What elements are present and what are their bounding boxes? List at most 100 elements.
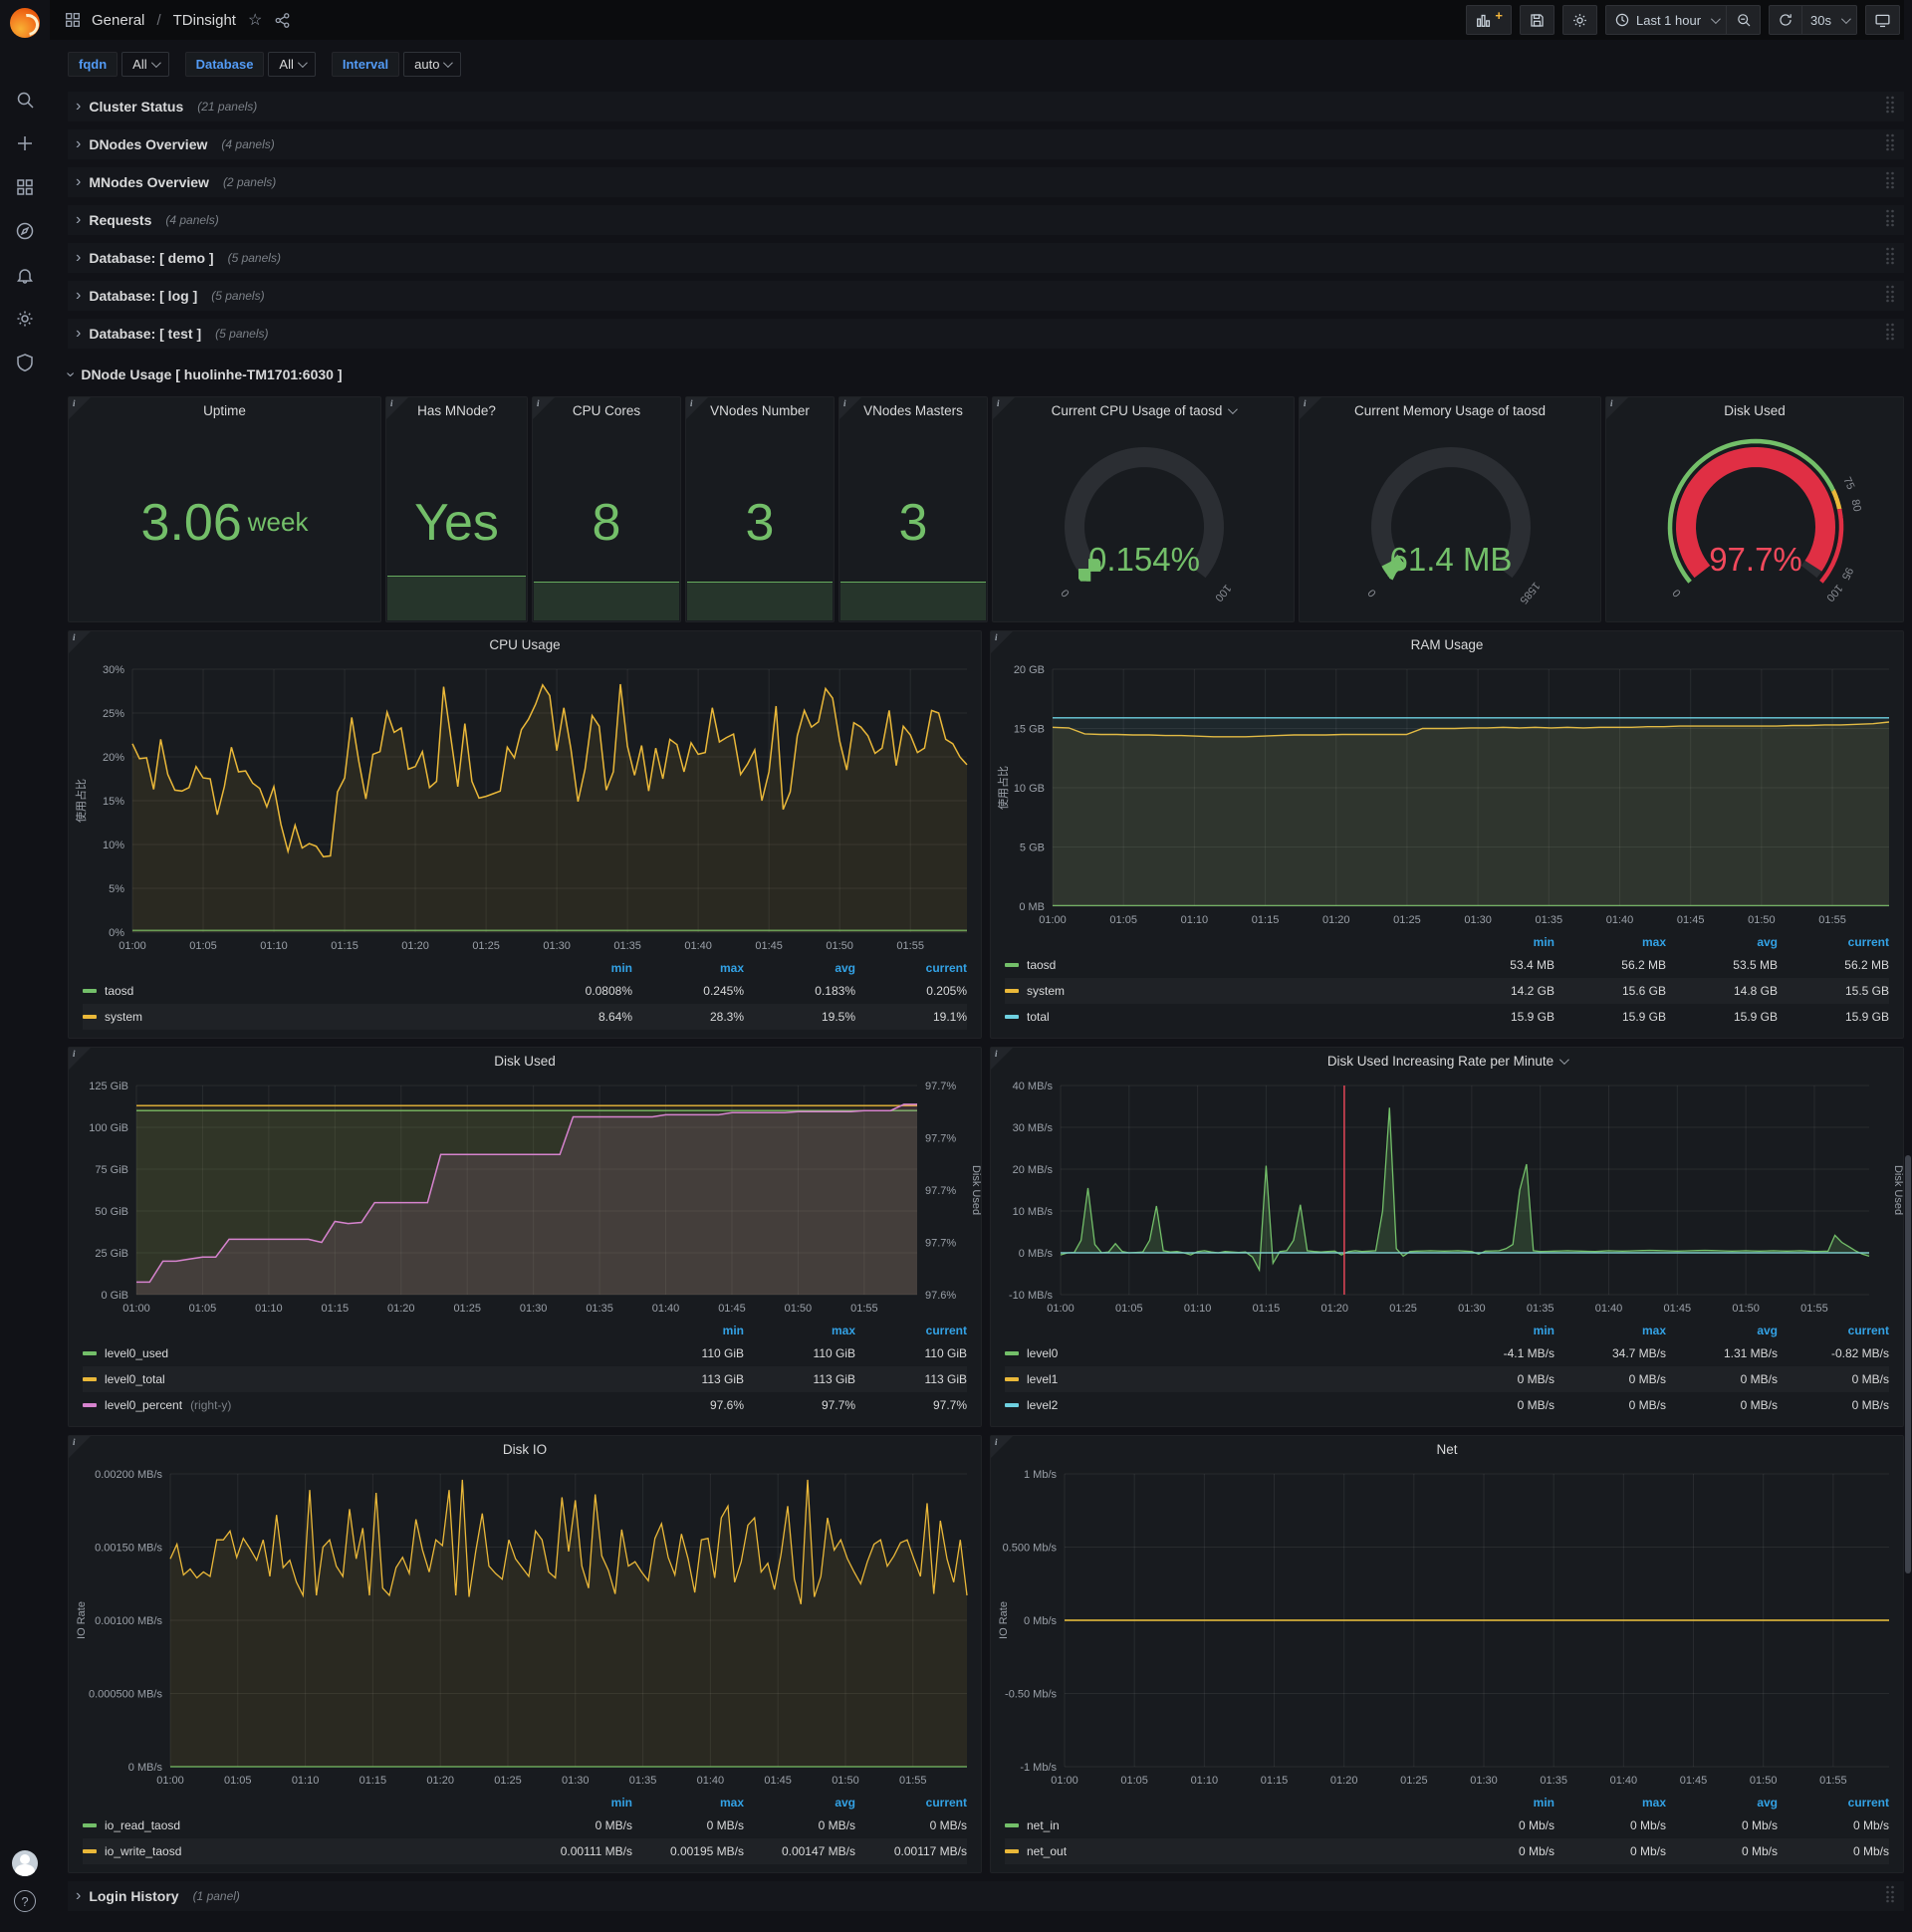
share-icon[interactable] xyxy=(274,12,291,29)
legend-series-label[interactable]: total xyxy=(1005,1004,1443,1030)
legend-series-label[interactable]: level0 xyxy=(1005,1340,1443,1366)
panel-title[interactable]: Current Memory Usage of taosd xyxy=(1300,397,1600,423)
page-scrollbar[interactable] xyxy=(1904,0,1912,1932)
panel-info-icon[interactable]: i xyxy=(1300,397,1321,419)
panel-title[interactable]: Disk Used xyxy=(1606,397,1903,423)
row-drag-handle-icon[interactable] xyxy=(1884,95,1896,120)
row-database-log-[interactable]: › Database: [ log ] (5 panels) xyxy=(68,281,1904,311)
legend-column-header[interactable]: avg xyxy=(1666,1793,1778,1812)
panel-info-icon[interactable]: i xyxy=(533,397,555,419)
variable-value-dropdown[interactable]: All xyxy=(268,51,316,77)
cycle-view-tv-button[interactable] xyxy=(1865,5,1900,35)
legend-column-header[interactable]: min xyxy=(1443,932,1554,952)
legend-series-label[interactable]: io_write_taosd xyxy=(83,1838,521,1864)
panel-info-icon[interactable]: i xyxy=(991,1436,1013,1458)
row-drag-handle-icon[interactable] xyxy=(1884,170,1896,195)
zoom-out-button[interactable] xyxy=(1727,5,1762,35)
legend-column-header[interactable]: max xyxy=(1554,1793,1666,1812)
row-drag-handle-icon[interactable] xyxy=(1884,246,1896,271)
panel-title[interactable]: Net xyxy=(991,1436,1903,1462)
legend-column-header[interactable]: max xyxy=(744,1321,855,1340)
variable-label[interactable]: fqdn xyxy=(68,51,119,77)
legend-column-header[interactable]: current xyxy=(1778,932,1889,952)
alerting-bell-icon[interactable] xyxy=(5,255,45,295)
legend-column-header[interactable]: min xyxy=(521,1793,632,1812)
grafana-logo[interactable] xyxy=(10,8,40,38)
panel-info-icon[interactable]: i xyxy=(991,1048,1013,1070)
row-database-demo-[interactable]: › Database: [ demo ] (5 panels) xyxy=(68,243,1904,273)
panel-title[interactable]: Disk IO xyxy=(69,1436,981,1462)
chart-plot-area[interactable]: 01:00 01:05 01:10 01:15 01:20 01:25 01:30 01:35… xyxy=(69,1462,981,1793)
panel-info-icon[interactable]: i xyxy=(839,397,861,419)
variable-label[interactable]: Database xyxy=(184,51,265,77)
legend-column-header[interactable]: min xyxy=(1443,1793,1554,1812)
refresh-button[interactable] xyxy=(1769,5,1803,35)
chart-svg[interactable]: 01:00 01:05 01:10 01:15 01:20 01:25 01:30 01:35… xyxy=(991,1462,1903,1793)
server-admin-shield-icon[interactable] xyxy=(5,343,45,382)
legend-series-label[interactable]: level1 xyxy=(1005,1366,1443,1392)
panel-info-icon[interactable]: i xyxy=(993,397,1015,419)
configuration-gear-icon[interactable] xyxy=(5,299,45,339)
legend-column-header[interactable]: min xyxy=(1443,1321,1554,1340)
legend-column-header[interactable]: max xyxy=(1554,1321,1666,1340)
panel-info-icon[interactable]: i xyxy=(1606,397,1628,419)
search-icon[interactable] xyxy=(5,80,45,120)
panel-title[interactable]: Current CPU Usage of taosd xyxy=(993,397,1294,423)
chart-plot-area[interactable]: 01:00 01:05 01:10 01:15 01:20 01:25 01:30 01:35… xyxy=(991,1074,1903,1321)
legend-series-label[interactable]: taosd xyxy=(1005,952,1443,978)
row-cluster-status[interactable]: › Cluster Status (21 panels) xyxy=(68,92,1904,121)
panel-info-icon[interactable]: i xyxy=(69,1436,91,1458)
legend-column-header[interactable]: avg xyxy=(1666,932,1778,952)
legend-series-label[interactable]: net_in xyxy=(1005,1812,1443,1838)
panel-title[interactable]: VNodes Number xyxy=(686,397,834,423)
legend-series-label[interactable]: level2 xyxy=(1005,1392,1443,1418)
legend-column-header[interactable]: max xyxy=(1554,932,1666,952)
scrollbar-thumb[interactable] xyxy=(1905,1155,1911,1573)
legend-column-header[interactable]: avg xyxy=(744,958,855,978)
row-login-history[interactable]: › Login History (1 panel) xyxy=(68,1881,1904,1911)
panel-title[interactable]: Uptime xyxy=(69,397,380,423)
row-dnode-usage[interactable]: › DNode Usage [ huolinhe-TM1701:6030 ] xyxy=(63,362,1904,386)
chart-svg[interactable]: 01:00 01:05 01:10 01:15 01:20 01:25 01:30 01:35… xyxy=(991,657,1903,932)
row-dnodes-overview[interactable]: › DNodes Overview (4 panels) xyxy=(68,129,1904,159)
legend-column-header[interactable]: current xyxy=(855,958,967,978)
legend-column-header[interactable]: max xyxy=(632,958,744,978)
chart-svg[interactable]: 01:00 01:05 01:10 01:15 01:20 01:25 01:30 01:35… xyxy=(991,1074,1903,1321)
refresh-interval-dropdown[interactable]: 30s xyxy=(1802,5,1857,35)
chart-plot-area[interactable]: 01:00 01:05 01:10 01:15 01:20 01:25 01:30 01:35… xyxy=(991,1462,1903,1793)
row-mnodes-overview[interactable]: › MNodes Overview (2 panels) xyxy=(68,167,1904,197)
legend-series-label[interactable]: level0_total xyxy=(83,1366,632,1392)
panel-title[interactable]: CPU Usage xyxy=(69,631,981,657)
variable-value-dropdown[interactable]: auto xyxy=(403,51,462,77)
chart-svg[interactable]: 01:00 01:05 01:10 01:15 01:20 01:25 01:30 01:35… xyxy=(69,1462,981,1793)
legend-column-header[interactable]: avg xyxy=(1666,1321,1778,1340)
breadcrumb-folder[interactable]: General xyxy=(92,12,144,29)
legend-series-label[interactable]: system xyxy=(83,1004,521,1030)
legend-series-label[interactable]: net_out xyxy=(1005,1838,1443,1864)
legend-column-header[interactable]: current xyxy=(1778,1793,1889,1812)
row-database-test-[interactable]: › Database: [ test ] (5 panels) xyxy=(68,319,1904,349)
explore-compass-icon[interactable] xyxy=(5,211,45,251)
legend-column-header[interactable]: min xyxy=(521,958,632,978)
row-drag-handle-icon[interactable] xyxy=(1884,208,1896,233)
create-plus-icon[interactable] xyxy=(5,123,45,163)
panel-title[interactable]: CPU Cores xyxy=(533,397,680,423)
time-range-picker[interactable]: Last 1 hour xyxy=(1604,5,1728,35)
row-drag-handle-icon[interactable] xyxy=(1884,1884,1896,1909)
panel-info-icon[interactable]: i xyxy=(686,397,708,419)
legend-column-header[interactable]: current xyxy=(1778,1321,1889,1340)
chart-plot-area[interactable]: 01:00 01:05 01:10 01:15 01:20 01:25 01:30 01:35… xyxy=(69,1074,981,1321)
legend-series-label[interactable]: system xyxy=(1005,978,1443,1004)
help-icon[interactable]: ? xyxy=(14,1890,36,1912)
panel-info-icon[interactable]: i xyxy=(991,631,1013,653)
star-icon[interactable]: ☆ xyxy=(248,10,262,30)
legend-column-header[interactable]: min xyxy=(632,1321,744,1340)
panel-title[interactable]: RAM Usage xyxy=(991,631,1903,657)
legend-column-header[interactable]: avg xyxy=(744,1793,855,1812)
panel-info-icon[interactable]: i xyxy=(386,397,408,419)
variable-value-dropdown[interactable]: All xyxy=(121,51,169,77)
row-drag-handle-icon[interactable] xyxy=(1884,132,1896,157)
panel-info-icon[interactable]: i xyxy=(69,397,91,419)
panel-info-icon[interactable]: i xyxy=(69,631,91,653)
legend-series-label[interactable]: level0_used xyxy=(83,1340,632,1366)
